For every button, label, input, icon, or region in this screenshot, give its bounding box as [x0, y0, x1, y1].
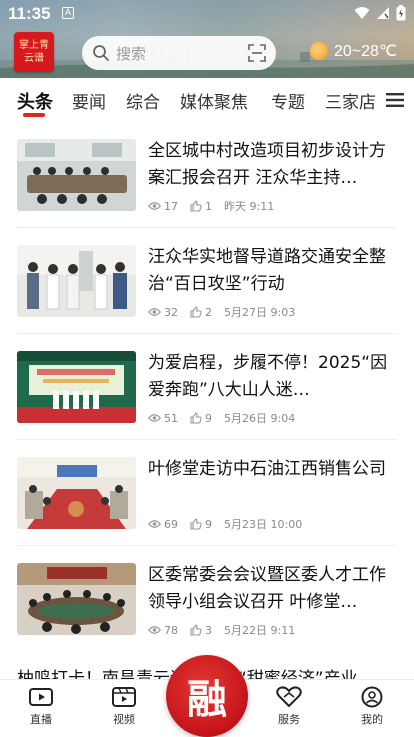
- eye-icon: [148, 414, 161, 422]
- news-title: 区委常委会会议暨区委人才工作领导小组会议召开 叶修堂…: [148, 565, 386, 612]
- thumbs-up-icon: [190, 624, 202, 636]
- active-tab-indicator: [23, 113, 45, 117]
- like-count: 9: [205, 517, 212, 531]
- news-time: 5月22日 9:11: [224, 624, 296, 637]
- live-tv-icon: [29, 688, 53, 706]
- thumbs-up-icon: [190, 518, 202, 530]
- nav-service[interactable]: 服务: [259, 686, 319, 727]
- view-count: 32: [164, 305, 178, 319]
- nav-video[interactable]: 视频: [94, 686, 154, 727]
- news-thumbnail-visit-meeting: [17, 457, 136, 529]
- search-bar[interactable]: 搜索: [82, 36, 276, 70]
- app-logo-text: 掌上青云谱: [19, 40, 49, 64]
- view-count: 69: [164, 517, 178, 531]
- battery-icon: [396, 5, 406, 21]
- view-count: 17: [164, 199, 178, 213]
- sun-icon: [310, 42, 328, 60]
- service-heart-icon: [276, 686, 302, 708]
- nav-video-label: 视频: [113, 713, 135, 726]
- wifi-icon: [354, 7, 370, 19]
- news-thumbnail-committee-meeting: [17, 563, 136, 635]
- tab-special-topics[interactable]: 专题: [271, 88, 305, 113]
- tab-sanjiadian[interactable]: 三家店: [325, 88, 376, 113]
- status-bar: 11:35 A: [0, 0, 414, 28]
- news-meta: 78 3 5月22日 9:11: [148, 622, 295, 638]
- nav-mine[interactable]: 我的: [342, 686, 402, 727]
- news-item[interactable]: 区委常委会会议暨区委人才工作领导小组会议召开 叶修堂… 78 3 5月22日 9…: [0, 546, 414, 652]
- eye-icon: [148, 308, 161, 316]
- news-time: 昨天 9:11: [224, 200, 275, 213]
- eye-icon: [148, 520, 161, 528]
- search-placeholder: 搜索: [116, 44, 147, 63]
- user-profile-icon: [361, 686, 383, 708]
- nav-live[interactable]: 直播: [11, 686, 71, 727]
- news-time: 5月27日 9:03: [224, 306, 296, 319]
- notification-a-icon: A: [62, 7, 74, 19]
- thumbs-up-icon: [190, 306, 202, 318]
- like-count: 1: [205, 199, 212, 213]
- view-count: 78: [164, 623, 178, 637]
- view-count: 51: [164, 411, 178, 425]
- news-title: 为爱启程，步履不停！2025“因爱奔跑”八大山人迷…: [148, 353, 388, 400]
- status-time: 11:35: [8, 4, 51, 23]
- news-title: 全区城中村改造项目初步设计方案汇报会召开 汪众华主持…: [148, 141, 386, 188]
- header: 11:35 A 掌上青云谱 搜索 20~28℃: [0, 0, 414, 78]
- news-item[interactable]: 为爱启程，步履不停！2025“因爱奔跑”八大山人迷… 51 9 5月26日 9:…: [0, 334, 414, 440]
- thumbs-up-icon: [190, 412, 202, 424]
- news-item[interactable]: 全区城中村改造项目初步设计方案汇报会召开 汪众华主持… 17 1 昨天 9:11: [0, 122, 414, 228]
- rong-center-label: 融: [187, 676, 227, 723]
- tab-media-focus[interactable]: 媒体聚焦: [180, 88, 248, 113]
- tab-important-news[interactable]: 要闻: [72, 88, 106, 113]
- app-logo[interactable]: 掌上青云谱: [14, 32, 54, 72]
- thumbs-up-icon: [190, 200, 202, 212]
- weather-widget[interactable]: 20~28℃: [310, 41, 397, 61]
- news-item[interactable]: 汪众华实地督导道路交通安全整治“百日攻坚”行动 32 2 5月27日 9:03: [0, 228, 414, 334]
- status-icons: [354, 5, 406, 21]
- news-meta: 51 9 5月26日 9:04: [148, 410, 295, 426]
- news-meta: 17 1 昨天 9:11: [148, 198, 274, 214]
- eye-icon: [148, 202, 161, 210]
- video-icon: [112, 687, 136, 707]
- search-icon: [93, 45, 109, 61]
- news-meta: 69 9 5月23日 10:00: [148, 516, 302, 532]
- news-item[interactable]: 叶修堂走访中石油江西销售公司 69 9 5月23日 10:00: [0, 440, 414, 546]
- news-thumbnail-charity-run: [17, 351, 136, 423]
- signal-icon: [377, 7, 389, 19]
- like-count: 9: [205, 411, 212, 425]
- news-time: 5月23日 10:00: [224, 518, 303, 531]
- news-thumbnail-inspection: [17, 245, 136, 317]
- news-time: 5月26日 9:04: [224, 412, 296, 425]
- eye-icon: [148, 626, 161, 634]
- tabs-menu-icon[interactable]: [386, 92, 404, 108]
- like-count: 3: [205, 623, 212, 637]
- nav-service-label: 服务: [278, 713, 300, 726]
- news-meta: 32 2 5月27日 9:03: [148, 304, 295, 320]
- rong-center-button[interactable]: 融: [166, 655, 248, 737]
- news-title: 叶修堂走访中石油江西销售公司: [148, 459, 386, 479]
- nav-mine-label: 我的: [361, 713, 383, 726]
- tab-general[interactable]: 综合: [126, 88, 160, 113]
- news-thumbnail-meeting-room: [17, 139, 136, 211]
- tab-headlines[interactable]: 头条: [17, 88, 53, 114]
- nav-live-label: 直播: [30, 713, 52, 726]
- scan-icon[interactable]: [248, 44, 266, 62]
- category-tabs: 头条 要闻 综合 媒体聚焦 专题 三家店: [0, 80, 414, 122]
- weather-temperature: 20~28℃: [334, 43, 397, 60]
- news-title: 汪众华实地督导道路交通安全整治“百日攻坚”行动: [148, 247, 386, 294]
- like-count: 2: [205, 305, 212, 319]
